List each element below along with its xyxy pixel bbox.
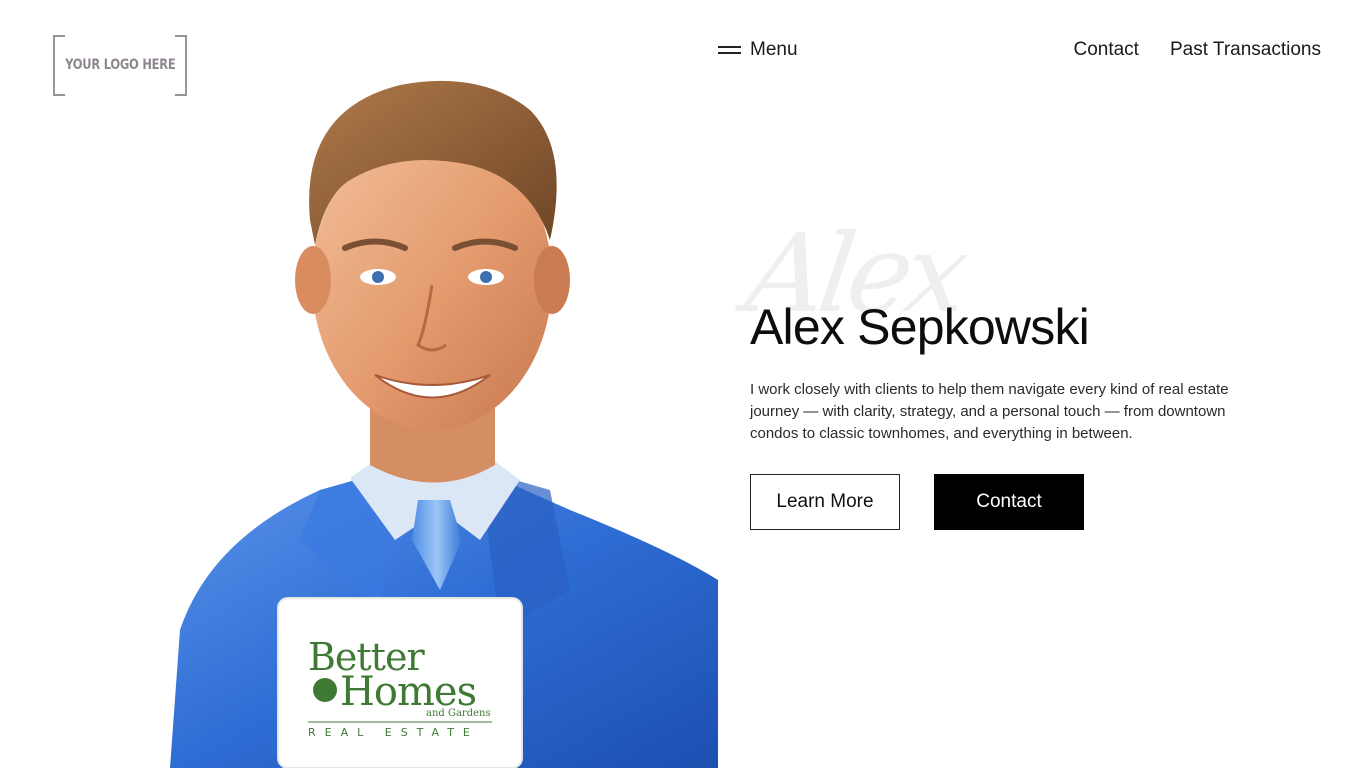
menu-button[interactable]: Menu xyxy=(718,36,798,64)
badge-text-real-estate: REAL ESTATE xyxy=(308,726,479,739)
brokerage-badge: Better Homes and Gardens REAL ESTATE xyxy=(277,597,523,768)
agent-description: I work closely with clients to help them… xyxy=(750,381,1229,442)
logo-bracket-left xyxy=(53,35,65,96)
hamburger-icon xyxy=(718,45,741,55)
menu-label: Menu xyxy=(750,39,798,60)
nav-link-past-transactions[interactable]: Past Transactions xyxy=(1170,36,1321,64)
contact-button[interactable]: Contact xyxy=(934,474,1084,530)
agent-name-heading: Alex Sepkowski xyxy=(750,299,1090,355)
nav-link-contact[interactable]: Contact xyxy=(1073,36,1138,64)
learn-more-button[interactable]: Learn More xyxy=(750,474,900,530)
page: YOUR LOGO HERE Menu Contact Past Transac… xyxy=(0,0,1366,768)
agent-portrait: Better Homes and Gardens REAL ESTATE xyxy=(170,80,718,768)
top-navigation: Contact Past Transactions xyxy=(1073,36,1321,64)
badge-text-and-gardens: and Gardens xyxy=(426,708,491,719)
badge-leaf-icon xyxy=(313,678,337,702)
